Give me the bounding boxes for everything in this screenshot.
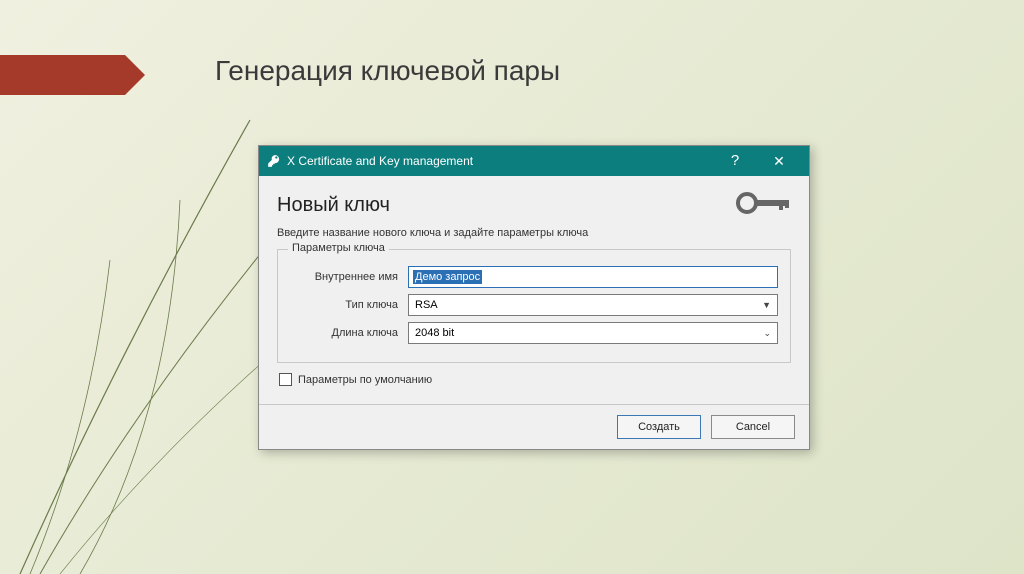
dialog-instruction: Введите название нового ключа и задайте … bbox=[277, 227, 791, 239]
internal-name-value: Демо запрос bbox=[413, 270, 482, 284]
row-internal-name: Внутреннее имя Демо запрос bbox=[290, 266, 778, 288]
key-type-value: RSA bbox=[415, 299, 438, 311]
dialog-body: Новый ключ Введите название нового ключа… bbox=[259, 176, 809, 404]
key-type-select[interactable]: RSA ▼ bbox=[408, 294, 778, 316]
key-length-value: 2048 bit bbox=[415, 327, 454, 339]
label-key-length: Длина ключа bbox=[290, 327, 408, 339]
fieldset-legend: Параметры ключа bbox=[288, 242, 389, 254]
keygen-dialog: X Certificate and Key management ? ✕ Нов… bbox=[258, 145, 810, 450]
internal-name-input[interactable]: Демо запрос bbox=[408, 266, 778, 288]
dialog-heading: Новый ключ bbox=[277, 194, 390, 217]
slide-title: Генерация ключевой пары bbox=[215, 55, 560, 87]
create-button[interactable]: Создать bbox=[617, 415, 701, 439]
label-key-type: Тип ключа bbox=[290, 299, 408, 311]
default-params-label: Параметры по умолчанию bbox=[298, 374, 432, 386]
row-key-length: Длина ключа 2048 bit ⌄ bbox=[290, 322, 778, 344]
chevron-down-icon: ▼ bbox=[762, 300, 771, 310]
default-params-row[interactable]: Параметры по умолчанию bbox=[279, 373, 791, 386]
help-button[interactable]: ? bbox=[713, 146, 757, 176]
row-key-type: Тип ключа RSA ▼ bbox=[290, 294, 778, 316]
label-internal-name: Внутреннее имя bbox=[290, 271, 408, 283]
key-icon bbox=[267, 154, 281, 168]
default-params-checkbox[interactable] bbox=[279, 373, 292, 386]
close-button[interactable]: ✕ bbox=[757, 146, 801, 176]
large-key-icon bbox=[735, 190, 791, 221]
chevron-down-icon: ⌄ bbox=[763, 328, 771, 339]
slide-accent-shape bbox=[0, 55, 125, 95]
dialog-titlebar: X Certificate and Key management ? ✕ bbox=[259, 146, 809, 176]
dialog-button-bar: Создать Cancel bbox=[259, 404, 809, 449]
dialog-window-title: X Certificate and Key management bbox=[287, 154, 713, 168]
key-length-select[interactable]: 2048 bit ⌄ bbox=[408, 322, 778, 344]
cancel-button[interactable]: Cancel bbox=[711, 415, 795, 439]
key-params-fieldset: Параметры ключа Внутреннее имя Демо запр… bbox=[277, 249, 791, 363]
